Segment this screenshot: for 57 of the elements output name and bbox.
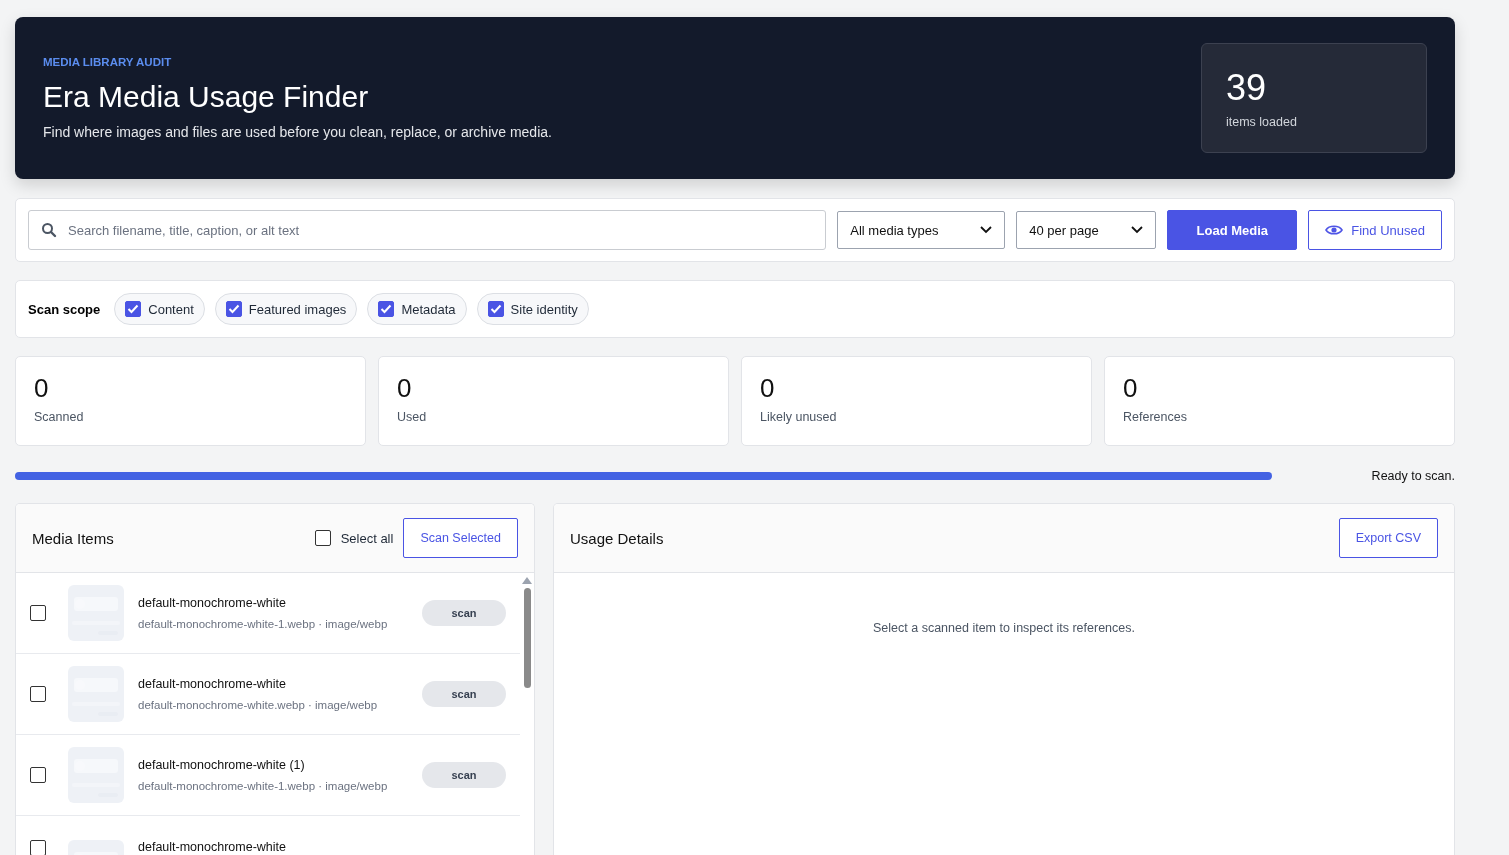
page-subtitle: Find where images and files are used before you clean, replace, or archive media. bbox=[43, 124, 552, 140]
scrollbar-thumb[interactable] bbox=[523, 588, 531, 688]
per-page-select[interactable]: 40 per page bbox=[1016, 211, 1157, 249]
eyebrow-label: MEDIA LIBRARY AUDIT bbox=[43, 56, 173, 68]
status-text: Ready to scan. bbox=[1371, 469, 1455, 483]
media-type-select[interactable]: All media types bbox=[837, 211, 1006, 249]
checkbox[interactable] bbox=[30, 767, 46, 783]
stat-label: Used bbox=[397, 410, 428, 424]
scan-selected-button[interactable]: Scan Selected bbox=[403, 518, 518, 558]
load-button[interactable]: Load Media bbox=[1167, 210, 1298, 250]
stat-label: items loaded bbox=[1226, 115, 1298, 129]
empty-message: Select a scanned item to inspect its references. bbox=[872, 621, 1136, 635]
chevron-down-icon bbox=[1131, 226, 1144, 234]
option-label: Content bbox=[148, 301, 194, 317]
checkbox[interactable] bbox=[30, 840, 46, 855]
stat-value: 0 bbox=[760, 373, 776, 404]
stat-value: 0 bbox=[1123, 373, 1139, 404]
option-label: Site identity bbox=[510, 301, 578, 317]
stat-label: Scanned bbox=[34, 410, 85, 424]
checkbox[interactable] bbox=[125, 301, 142, 317]
checkbox[interactable] bbox=[314, 530, 331, 546]
media-title: default-monochrome-white (1) bbox=[138, 758, 306, 772]
scan-button[interactable]: scan bbox=[422, 762, 506, 788]
stat-value: 39 bbox=[1226, 67, 1268, 109]
stat-label: References bbox=[1123, 410, 1188, 424]
checkbox[interactable] bbox=[487, 301, 504, 317]
chevron-down-icon bbox=[980, 226, 993, 234]
media-meta: default-monochrome-white-1.webp · image/webp bbox=[138, 618, 389, 630]
option-label: Featured images bbox=[248, 301, 347, 317]
media-title: default-monochrome-white bbox=[138, 596, 287, 610]
checkbox[interactable] bbox=[30, 686, 46, 702]
media-meta: default-monochrome-white-1.webp · image/webp bbox=[138, 780, 389, 792]
stat-value: 0 bbox=[397, 373, 413, 404]
stat-label: Likely unused bbox=[760, 410, 838, 424]
stat-value: 0 bbox=[34, 373, 50, 404]
media-title: default-monochrome-white bbox=[138, 840, 287, 854]
scan-button[interactable]: scan bbox=[422, 600, 506, 626]
search-field[interactable]: Search filename, title, caption, or alt text bbox=[28, 210, 827, 250]
checkbox[interactable] bbox=[30, 605, 46, 621]
checkbox[interactable] bbox=[378, 301, 395, 317]
scope-option[interactable]: Featured images bbox=[214, 293, 358, 325]
panel-title: Media Items bbox=[32, 529, 115, 547]
scope-option[interactable]: Metadata bbox=[367, 293, 467, 325]
export-button[interactable]: Export CSV bbox=[1338, 518, 1438, 558]
option-label: Metadata bbox=[401, 301, 456, 317]
scan-button[interactable]: scan bbox=[422, 681, 506, 707]
select-all-label: Select all bbox=[340, 530, 394, 546]
media-meta: default-monochrome-white.webp · image/webp bbox=[138, 699, 379, 711]
eye-icon bbox=[1325, 224, 1344, 236]
scope-label: Scan scope bbox=[28, 301, 101, 317]
scope-option[interactable]: Content bbox=[114, 293, 205, 325]
scope-option[interactable]: Site identity bbox=[476, 293, 589, 325]
page-title: Era Media Usage Finder bbox=[43, 80, 370, 114]
panel-title: Usage Details bbox=[570, 529, 665, 547]
find-unused-button[interactable]: Find Unused bbox=[1308, 210, 1442, 250]
media-title: default-monochrome-white bbox=[138, 677, 287, 691]
checkbox[interactable] bbox=[225, 301, 242, 317]
